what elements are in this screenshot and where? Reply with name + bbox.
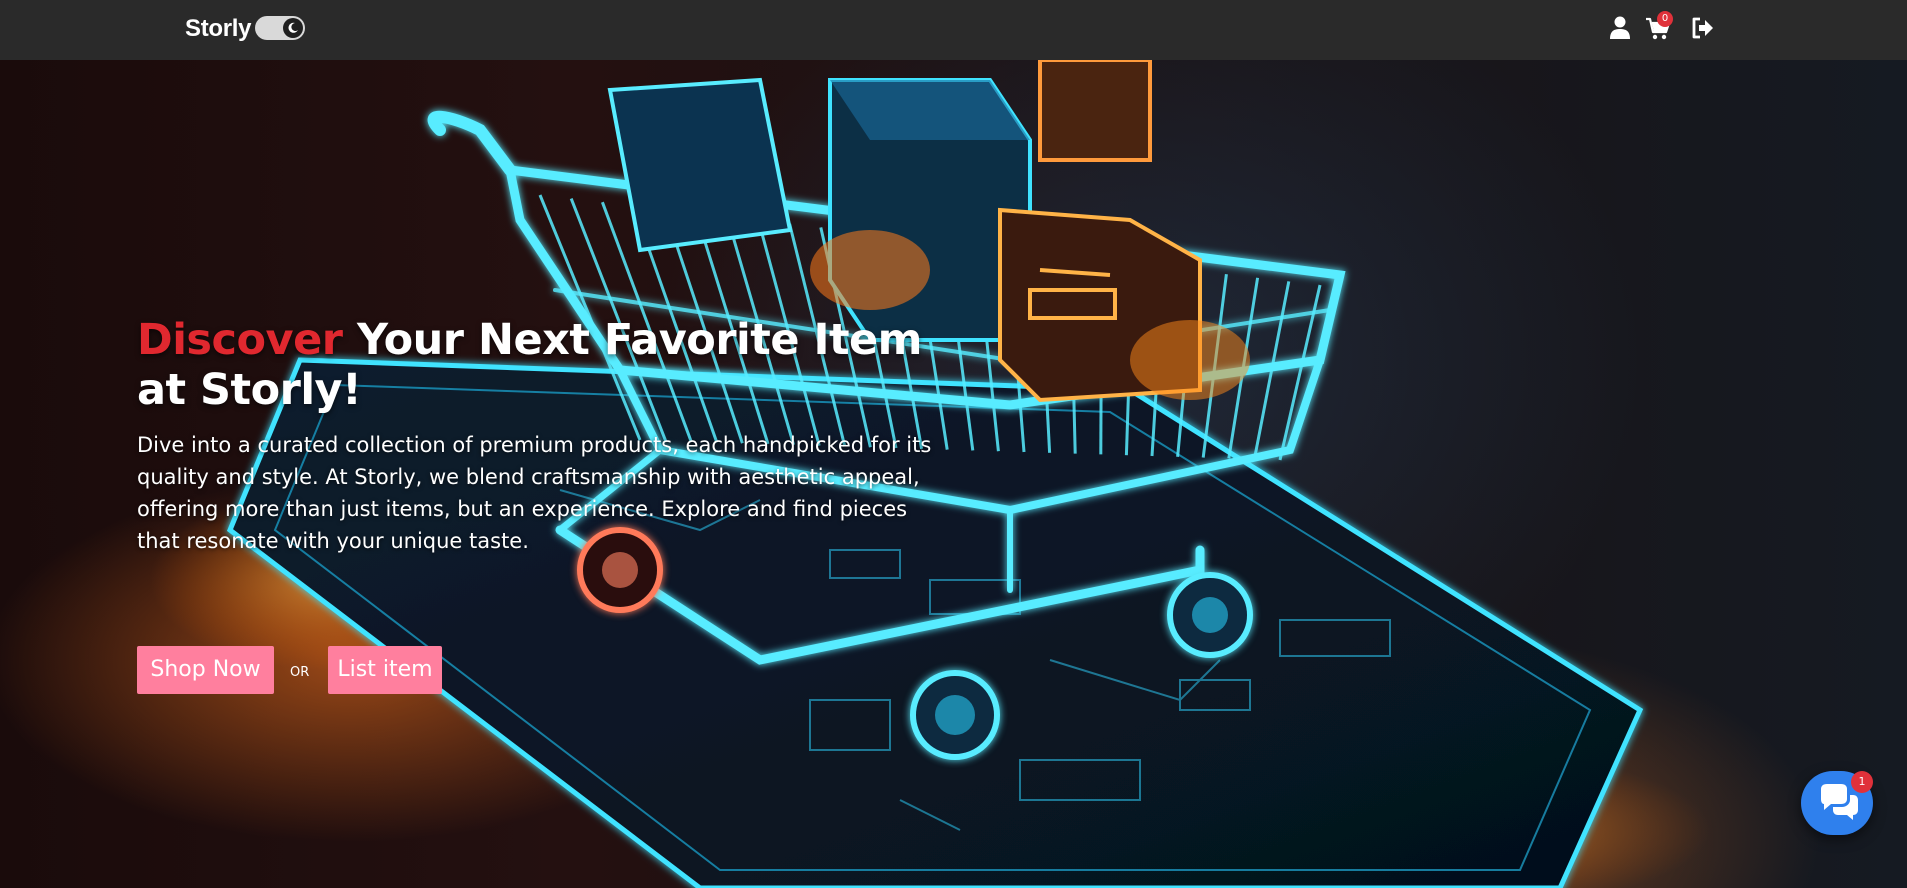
hero-section: Discover Your Next Favorite Item at Stor… [0, 60, 1907, 888]
cta-row: Shop Now OR List item [137, 646, 737, 694]
headline-accent: Discover [137, 315, 343, 365]
hero-subtext: Dive into a curated collection of premiu… [137, 433, 932, 553]
user-icon[interactable] [1608, 15, 1636, 43]
cart-count-badge: 0 [1657, 11, 1673, 27]
hero-content: Discover Your Next Favorite Item at Stor… [137, 315, 957, 694]
hero-headline: Discover Your Next Favorite Item at Stor… [137, 315, 957, 415]
top-navbar: Storly 0 [0, 0, 1907, 60]
or-label: OR [290, 665, 310, 680]
list-item-button[interactable]: List item [328, 646, 442, 694]
moon-icon [283, 18, 303, 38]
brand-logo[interactable]: Storly [185, 14, 252, 44]
chat-notification-badge: 1 [1851, 771, 1873, 793]
theme-toggle[interactable] [255, 16, 305, 40]
logout-icon[interactable] [1690, 15, 1718, 43]
shop-now-button[interactable]: Shop Now [137, 646, 274, 694]
